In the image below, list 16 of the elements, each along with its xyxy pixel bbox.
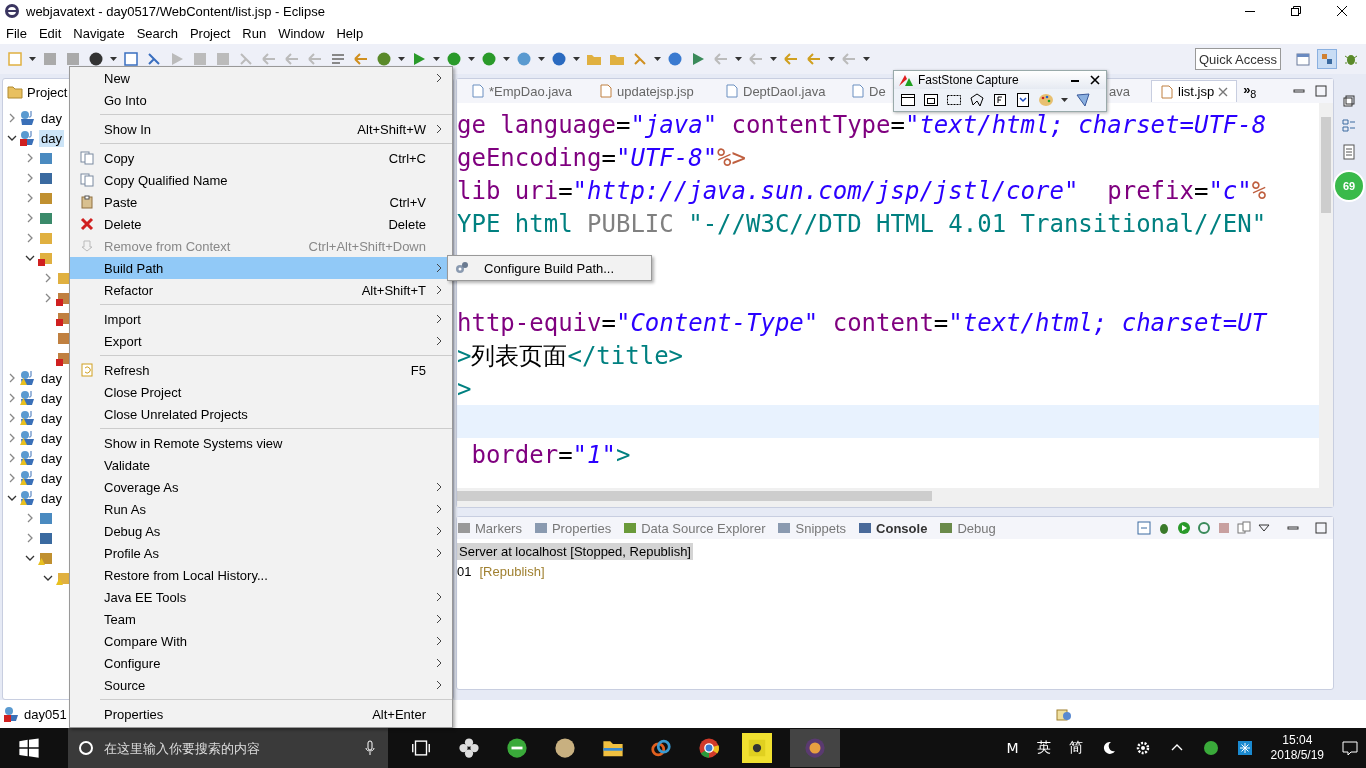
code-line: YPE html PUBLIC "-//W3C//DTD HTML 4.01 Transitional//EN"	[457, 209, 1267, 238]
code-line: border="1">	[470, 440, 631, 469]
code-line: lib uri="http://java.sun.com/jsp/jstl/core" prefix="c"%	[457, 176, 1267, 205]
code-line: >列表页面</title>	[457, 340, 684, 372]
console-text: 01	[457, 563, 472, 579]
panel-title: Project	[27, 84, 68, 100]
window-title: webjavatext - day0517/WebContent/list.jsp - Eclipse	[26, 3, 325, 19]
code-line: http-equiv="Content-Type" content="text/html; charset=UT	[457, 308, 1267, 337]
code-line: ge language="java" contentType="text/html; charset=UTF-8	[457, 110, 1267, 139]
code-line: >	[457, 374, 472, 403]
status-text: day051	[24, 706, 67, 722]
code-line: geEncoding="UTF-8"%>	[457, 143, 746, 172]
count-badge: 69	[1333, 170, 1365, 202]
console-text: [Republish]	[479, 563, 545, 579]
window-title: FastStone Capture	[918, 73, 1019, 87]
console-text: Server at localhost [Stopped, Republish]	[457, 542, 693, 560]
